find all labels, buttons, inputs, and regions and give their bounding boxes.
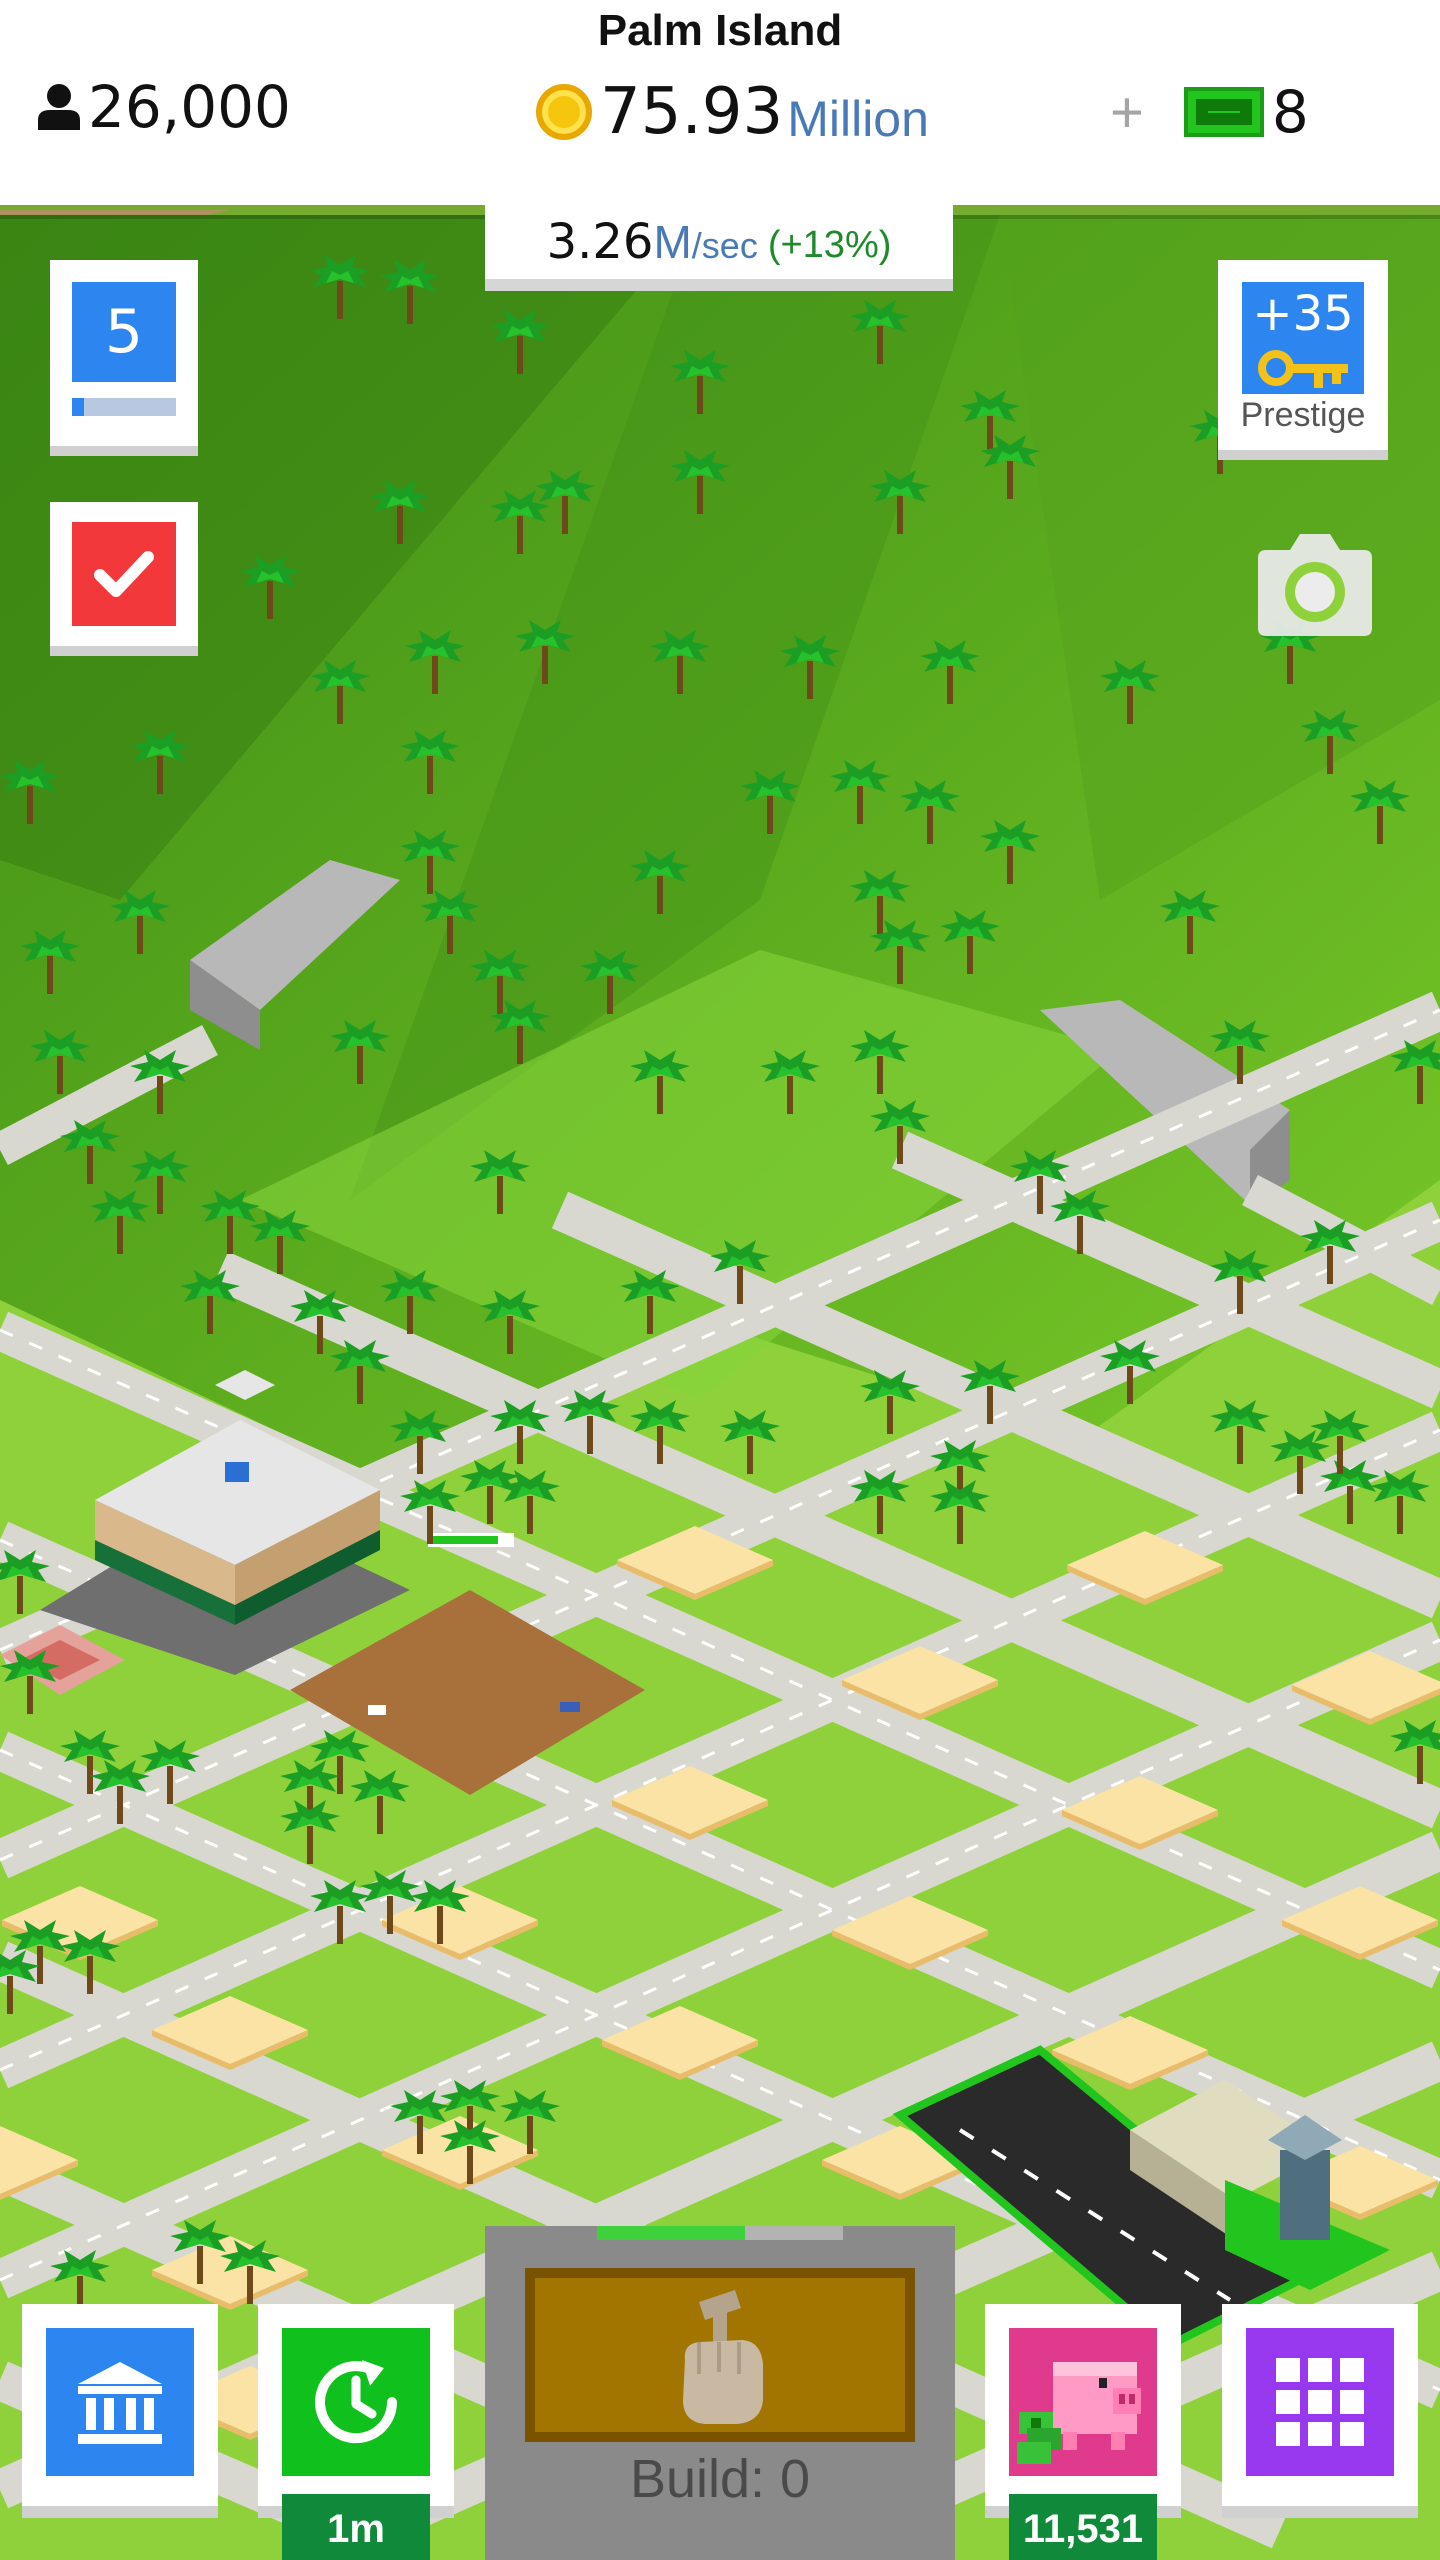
piggy-bank-icon	[1017, 2362, 1141, 2464]
income-value: 3.26	[546, 214, 654, 270]
offline-boost-button[interactable]: 1m	[258, 2304, 454, 2560]
prestige-label: Prestige	[1240, 396, 1366, 434]
key-icon	[1258, 350, 1348, 388]
coin-icon	[536, 84, 592, 140]
offline-boost-face	[282, 2328, 430, 2476]
cash-counter[interactable]: + 8	[1110, 72, 1309, 152]
income-bonus: (+13%)	[767, 223, 892, 266]
money-unit: Million	[787, 91, 929, 147]
hammer-hand-icon	[683, 2290, 763, 2424]
money-amount: 75.93	[600, 75, 784, 149]
population-value: 26,000	[88, 73, 291, 141]
build-progress-bar	[597, 2226, 843, 2240]
camera-button[interactable]	[1248, 530, 1382, 640]
prestige-button-face: +35	[1242, 282, 1364, 394]
island-name: Palm Island	[597, 6, 843, 55]
grid-icon	[1276, 2358, 1364, 2446]
money-counter: 75.93 Million	[536, 72, 929, 152]
clock-refresh-icon	[315, 2360, 398, 2444]
offline-boost-badge: 1m	[282, 2494, 430, 2560]
person-icon	[38, 84, 80, 130]
tasks-button-face	[72, 522, 176, 626]
top-bar: Palm Island 26,000 75.93 Million + 8	[0, 0, 1440, 205]
add-cash-button[interactable]: +	[1110, 79, 1144, 146]
bank-button-face	[46, 2328, 194, 2476]
income-unit: M	[653, 216, 692, 268]
checkmark-icon	[94, 551, 154, 597]
piggy-bank-face	[1009, 2328, 1157, 2476]
tasks-button[interactable]	[50, 502, 198, 646]
build-panel[interactable]: Build: 0	[485, 2226, 955, 2560]
level-progress-fill	[72, 398, 85, 416]
income-rate: 3.26 M /sec (+13%)	[485, 205, 953, 291]
build-progress-fill	[597, 2226, 745, 2240]
level-number: 5	[72, 282, 176, 382]
prestige-keys: +35	[1252, 286, 1354, 342]
level-progress-bar	[72, 398, 176, 416]
menu-button[interactable]	[1222, 2304, 1418, 2506]
population-counter: 26,000	[36, 72, 291, 142]
prestige-button[interactable]: +35 Prestige	[1218, 260, 1388, 450]
camera-icon	[1258, 534, 1372, 636]
cash-icon	[1183, 87, 1264, 137]
level-button[interactable]: 5	[50, 260, 198, 446]
cash-value: 8	[1271, 78, 1309, 146]
build-slot[interactable]	[525, 2268, 915, 2442]
build-count-label: Build: 0	[629, 2449, 811, 2509]
bank-icon	[78, 2362, 162, 2444]
menu-button-face	[1246, 2328, 1394, 2476]
income-per: /sec	[691, 225, 758, 266]
piggy-bank-badge: 11,531	[1009, 2494, 1157, 2560]
piggy-bank-button[interactable]: 11,531	[985, 2304, 1181, 2560]
bank-button[interactable]	[22, 2304, 218, 2506]
